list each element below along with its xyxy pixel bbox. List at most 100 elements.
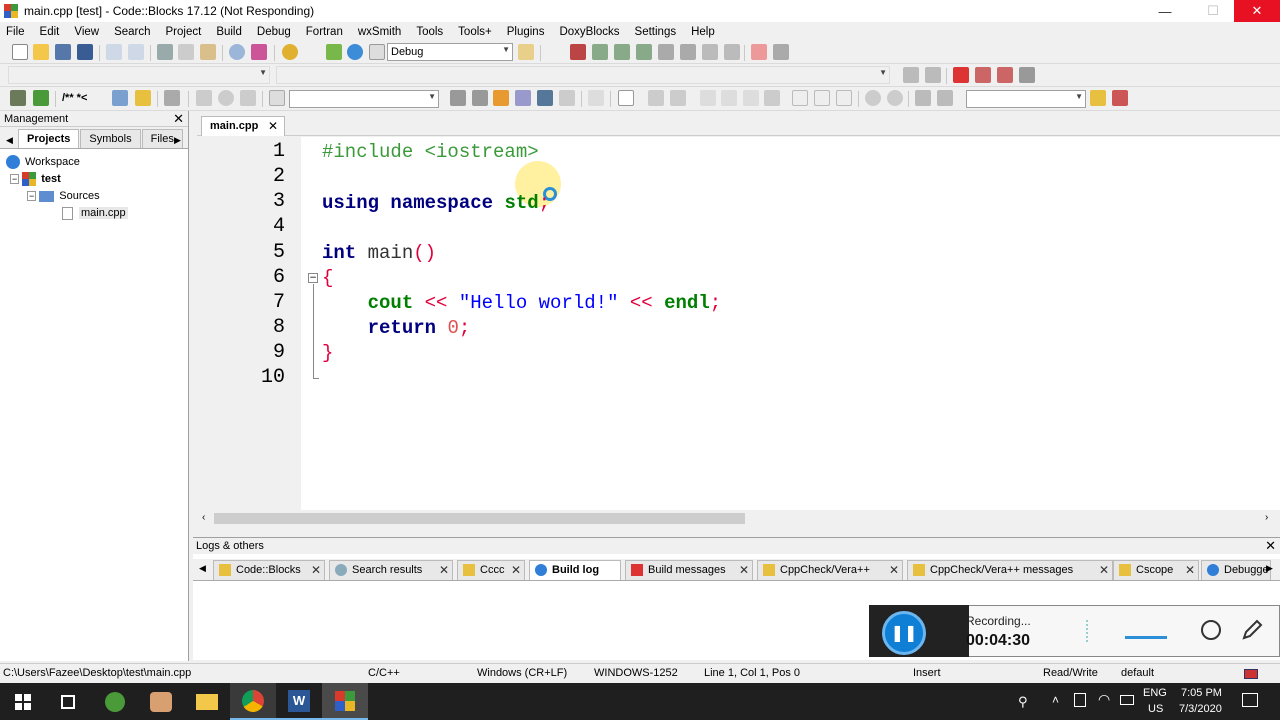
regex-icon[interactable]: [559, 90, 575, 106]
symbol-search-icon[interactable]: [1090, 90, 1106, 106]
tab-scroll-right-icon[interactable]: ▶: [174, 135, 181, 146]
clear-bookmarks-icon[interactable]: [1019, 67, 1035, 83]
log-tab-buildmessages[interactable]: Build messages ✕: [625, 560, 753, 580]
stop-debug-icon[interactable]: [724, 44, 740, 60]
task-view-button[interactable]: [45, 683, 91, 720]
tree-folder-sources[interactable]: − Sources: [27, 188, 100, 204]
redo-icon[interactable]: [128, 44, 144, 60]
whole-word-icon[interactable]: [537, 90, 553, 106]
doxy-wizard-icon[interactable]: [10, 90, 26, 106]
minimize-button[interactable]: —: [1142, 0, 1188, 22]
taskbar-app-2[interactable]: [138, 683, 184, 720]
nav-dot-icon[interactable]: [218, 90, 234, 106]
collapse-icon[interactable]: −: [10, 174, 20, 184]
start-button[interactable]: [0, 683, 46, 720]
save-all-icon[interactable]: [77, 44, 93, 60]
match-case-icon[interactable]: [515, 90, 531, 106]
frame-a-icon[interactable]: [792, 90, 808, 106]
log-tab-debugger[interactable]: Debugge: [1201, 560, 1271, 580]
search-combo[interactable]: ▼: [289, 90, 439, 108]
menu-help[interactable]: Help: [691, 26, 715, 38]
pointer-icon[interactable]: [588, 90, 604, 106]
close-icon[interactable]: ✕: [889, 563, 899, 577]
function-select[interactable]: ▼: [276, 66, 890, 84]
menu-search[interactable]: Search: [114, 26, 150, 38]
menu-view[interactable]: View: [74, 26, 99, 38]
layout-c-icon[interactable]: [743, 90, 759, 106]
volume-slider[interactable]: [1125, 636, 1167, 639]
editor-tab-close-icon[interactable]: ✕: [268, 119, 278, 133]
pause-icon[interactable]: [702, 44, 718, 60]
log-tab-codeblocks[interactable]: Code::Blocks ✕: [213, 560, 325, 580]
collapse-icon[interactable]: −: [27, 191, 37, 201]
close-icon[interactable]: ✕: [439, 563, 449, 577]
step-into-icon[interactable]: [614, 44, 630, 60]
fold-marker-icon[interactable]: −: [308, 273, 318, 283]
symbol-settings-icon[interactable]: [1112, 90, 1128, 106]
wifi-icon[interactable]: ◠: [1098, 691, 1110, 708]
layout-b-icon[interactable]: [721, 90, 737, 106]
menu-plugins[interactable]: Plugins: [507, 26, 545, 38]
power-icon[interactable]: [1120, 695, 1134, 705]
pause-recording-button[interactable]: ❚❚: [882, 611, 926, 655]
rectangle-icon[interactable]: [618, 90, 634, 106]
menu-build[interactable]: Build: [216, 26, 242, 38]
next-instruction-icon[interactable]: [658, 44, 674, 60]
log-scroll-left-icon[interactable]: ◀: [199, 563, 206, 574]
nav-forward-icon[interactable]: [240, 90, 256, 106]
copy-icon[interactable]: [178, 44, 194, 60]
comment-block-label[interactable]: /** *<: [62, 92, 87, 104]
logs-close-icon[interactable]: ✕: [1265, 538, 1276, 554]
clock-time[interactable]: 7:05 PM: [1181, 687, 1222, 699]
frame-c-icon[interactable]: [836, 90, 852, 106]
menu-debug[interactable]: Debug: [257, 26, 291, 38]
run-html-icon[interactable]: [112, 90, 128, 106]
menu-doxyblocks[interactable]: DoxyBlocks: [559, 26, 619, 38]
prev-bookmark-icon[interactable]: [975, 67, 991, 83]
people-icon[interactable]: ⚲: [1018, 694, 1028, 710]
stop-icon[interactable]: [269, 90, 285, 106]
find-next-icon[interactable]: [472, 90, 488, 106]
tab-symbols[interactable]: Symbols: [80, 129, 141, 148]
management-close-icon[interactable]: ✕: [173, 111, 184, 127]
close-icon[interactable]: ✕: [1099, 563, 1109, 577]
tab-projects[interactable]: Projects: [18, 129, 80, 148]
menu-edit[interactable]: Edit: [40, 26, 60, 38]
run-chm-icon[interactable]: [135, 90, 151, 106]
close-button[interactable]: ✕: [1234, 0, 1280, 22]
tray-chevron-icon[interactable]: ˄: [1052, 693, 1059, 707]
menu-tools[interactable]: Tools: [416, 26, 443, 38]
tree-file-main[interactable]: main.cpp: [62, 205, 128, 221]
next-bookmark-icon[interactable]: [997, 67, 1013, 83]
find-icon[interactable]: [229, 44, 245, 60]
maximize-button[interactable]: ☐: [1190, 0, 1236, 22]
nav-back-icon[interactable]: [196, 90, 212, 106]
battery-tray-icon[interactable]: [1074, 693, 1086, 707]
toggle-bookmark-icon[interactable]: [953, 67, 969, 83]
debug-info-icon[interactable]: [773, 44, 789, 60]
tree-workspace[interactable]: Workspace: [6, 154, 80, 170]
paste-icon[interactable]: [200, 44, 216, 60]
log-tab-buildlog[interactable]: Build log: [529, 560, 621, 580]
menu-fortran[interactable]: Fortran: [306, 26, 343, 38]
scroll-thumb[interactable]: [214, 513, 745, 524]
close-icon[interactable]: ✕: [311, 563, 321, 577]
language-indicator[interactable]: ENG: [1143, 687, 1167, 699]
rebuild-icon[interactable]: [347, 44, 363, 60]
close-icon[interactable]: ✕: [511, 563, 521, 577]
tree-project-test[interactable]: − test: [10, 171, 61, 187]
save-icon[interactable]: [55, 44, 71, 60]
step-out-icon[interactable]: [636, 44, 652, 60]
run-to-cursor-icon[interactable]: [570, 44, 586, 60]
open-file-icon[interactable]: [33, 44, 49, 60]
taskbar-codeblocks[interactable]: [322, 683, 368, 720]
taskbar-file-explorer[interactable]: [184, 683, 230, 720]
keyboard-layout[interactable]: US: [1148, 703, 1163, 715]
taskbar-chrome[interactable]: [230, 683, 276, 720]
log-tab-cppcheck[interactable]: CppCheck/Vera++ ✕: [757, 560, 903, 580]
tab-scroll-left-icon[interactable]: ◀: [6, 135, 13, 146]
taskbar-word[interactable]: W: [276, 683, 322, 720]
build-and-run-icon[interactable]: [326, 44, 342, 60]
build-gear-icon[interactable]: [282, 44, 298, 60]
menu-tools-plus[interactable]: Tools+: [458, 26, 492, 38]
